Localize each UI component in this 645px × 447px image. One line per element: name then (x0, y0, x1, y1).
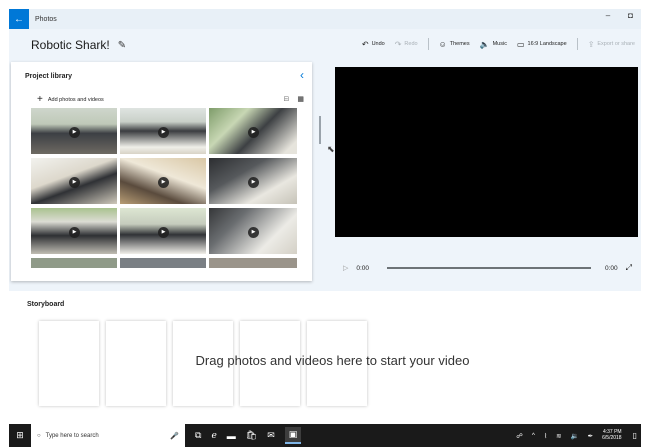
store-icon[interactable]: 🛍 (246, 430, 257, 441)
play-icon: ▶ (248, 226, 259, 238)
redo-label: Redo (404, 41, 418, 47)
volume-icon[interactable]: 🔉 (571, 432, 579, 440)
seek-bar[interactable] (387, 267, 591, 269)
taskbar-apps: ⧉ ℯ ▬ 🛍 ✉ ▣ (195, 427, 302, 444)
windows-start-icon[interactable]: ⊞ (9, 424, 31, 447)
play-icon: ▶ (69, 126, 80, 138)
taskbar-clock[interactable]: 4:37 PM 6/5/2018 (602, 429, 622, 442)
library-thumbnail[interactable]: ▶ (31, 108, 117, 154)
editor-toolbar: ↶ Undo ↷ Redo ☺ Themes 🔈 Music ▭ 16:9 La… (352, 38, 635, 50)
file-explorer-icon[interactable]: ▬ (227, 431, 236, 441)
export-button[interactable]: ⇪ Export or share (588, 40, 635, 49)
view-toggles: ⊟ ▦ (284, 95, 305, 103)
maximize-button[interactable]: ◘ (628, 11, 633, 20)
collapse-chevron-icon[interactable]: ‹ (300, 68, 304, 82)
redo-icon: ↷ (394, 39, 402, 49)
playback-controls: ▷ 0:00 0:00 ⤢ (335, 261, 638, 275)
toolbar-divider (427, 38, 429, 50)
music-button[interactable]: 🔈 Music (480, 40, 507, 49)
project-header: Robotic Shark! ✎ ↶ Undo ↷ Redo ☺ Themes … (9, 31, 641, 59)
cortana-circle-icon: ○ (37, 432, 41, 439)
pencil-icon[interactable]: ✎ (118, 40, 126, 51)
back-arrow-icon: ← (14, 13, 24, 25)
library-thumbnail[interactable]: ▶ (209, 158, 297, 204)
system-tray: ☍ ^ ⌇ ≋ 🔉 ✒ 4:37 PM 6/5/2018 ▯ (516, 429, 637, 442)
add-photos-button[interactable]: + Add photos and videos (37, 94, 104, 105)
show-hidden-icons-chevron[interactable]: ^ (532, 432, 535, 439)
library-grid: ▶ ▶ ▶ ▶ ▶ ▶ ▶ ▶ ▶ (31, 108, 299, 274)
action-center-icon[interactable]: ▯ (633, 431, 637, 440)
library-thumbnail[interactable]: ▶ (31, 158, 117, 204)
current-time: 0:00 (356, 264, 370, 272)
library-thumbnail[interactable]: ▶ (120, 208, 206, 254)
speaker-icon: 🔈 (479, 39, 490, 49)
aspect-ratio-icon: ▭ (516, 39, 525, 49)
library-thumbnail[interactable]: ▶ (209, 108, 297, 154)
windows-taskbar: ⊞ ○ Type here to search 🎤 ⧉ ℯ ▬ 🛍 ✉ ▣ ☍ … (9, 424, 641, 447)
window-controls: – ◘ (606, 11, 633, 20)
library-title: Project library (25, 73, 73, 80)
themes-button[interactable]: ☺ Themes (439, 40, 470, 49)
play-icon: ▶ (69, 176, 80, 188)
storyboard-hint: Drag photos and videos here to start you… (195, 353, 470, 368)
total-time: 0:00 (604, 264, 618, 272)
mail-icon[interactable]: ✉ (267, 430, 275, 441)
photos-app-icon[interactable]: ▣ (284, 427, 302, 444)
library-thumbnail[interactable]: ▶ (120, 158, 206, 204)
play-icon: ▶ (158, 126, 169, 138)
add-photos-label: Add photos and videos (47, 96, 104, 103)
back-button[interactable]: ← (9, 9, 29, 29)
library-thumbnail[interactable]: ▶ (209, 208, 297, 254)
play-icon: ▶ (248, 176, 259, 188)
library-thumbnail[interactable]: ▶ (31, 208, 117, 254)
undo-icon: ↶ (361, 39, 369, 49)
app-name: Photos (35, 15, 57, 23)
pen-icon[interactable]: ✒ (588, 432, 593, 440)
taskbar-search-box[interactable]: ○ Type here to search 🎤 (31, 424, 185, 447)
microphone-icon[interactable]: 🎤 (170, 432, 179, 440)
undo-label: Undo (371, 41, 385, 47)
video-preview[interactable] (335, 67, 638, 237)
network-icon[interactable]: ⌇ (544, 432, 547, 440)
photos-app-window: ← Photos – ◘ Robotic Shark! ✎ ↶ Undo ↷ R… (9, 9, 641, 423)
edge-browser-icon[interactable]: ℯ (211, 430, 216, 441)
fullscreen-icon[interactable]: ⤢ (626, 263, 632, 273)
palette-icon: ☺ (438, 39, 447, 49)
play-icon: ▶ (248, 126, 259, 138)
library-thumbnail[interactable] (31, 258, 117, 268)
storyboard-title: Storyboard (27, 301, 65, 308)
export-label: Export or share (597, 41, 635, 47)
panel-splitter[interactable] (319, 116, 321, 144)
toolbar-divider (576, 38, 578, 50)
plus-icon: + (37, 94, 43, 105)
mouse-cursor-icon: ⬉ (327, 144, 335, 154)
music-label: Music (492, 41, 507, 47)
redo-button[interactable]: ↷ Redo (395, 40, 418, 49)
wifi-icon[interactable]: ≋ (556, 432, 561, 440)
clock-date: 6/5/2018 (602, 434, 622, 441)
aspect-ratio-button[interactable]: ▭ 16:9 Landscape (517, 40, 567, 49)
grid-view-icon[interactable]: ▦ (297, 95, 304, 103)
play-icon: ▶ (158, 226, 169, 238)
storyboard-panel: Storyboard Drag photos and videos here t… (9, 291, 641, 423)
share-icon: ⇪ (587, 39, 595, 49)
task-view-icon[interactable]: ⧉ (195, 430, 201, 441)
play-icon: ▶ (69, 226, 80, 238)
project-title[interactable]: Robotic Shark! (31, 38, 110, 52)
search-placeholder: Type here to search (45, 432, 99, 439)
library-thumbnail[interactable]: ▶ (120, 108, 206, 154)
library-thumbnail[interactable] (209, 258, 297, 268)
people-icon[interactable]: ☍ (516, 432, 523, 440)
list-view-icon[interactable]: ⊟ (284, 95, 290, 103)
project-library-panel: Project library ‹ + Add photos and video… (11, 62, 312, 281)
title-bar: ← Photos – ◘ (9, 9, 641, 29)
play-button[interactable]: ▷ (343, 264, 348, 272)
themes-label: Themes (449, 41, 470, 47)
aspect-ratio-label: 16:9 Landscape (527, 41, 567, 47)
minimize-button[interactable]: – (606, 11, 610, 20)
library-thumbnail[interactable] (120, 258, 206, 268)
play-icon: ▶ (158, 176, 169, 188)
undo-button[interactable]: ↶ Undo (362, 40, 385, 49)
